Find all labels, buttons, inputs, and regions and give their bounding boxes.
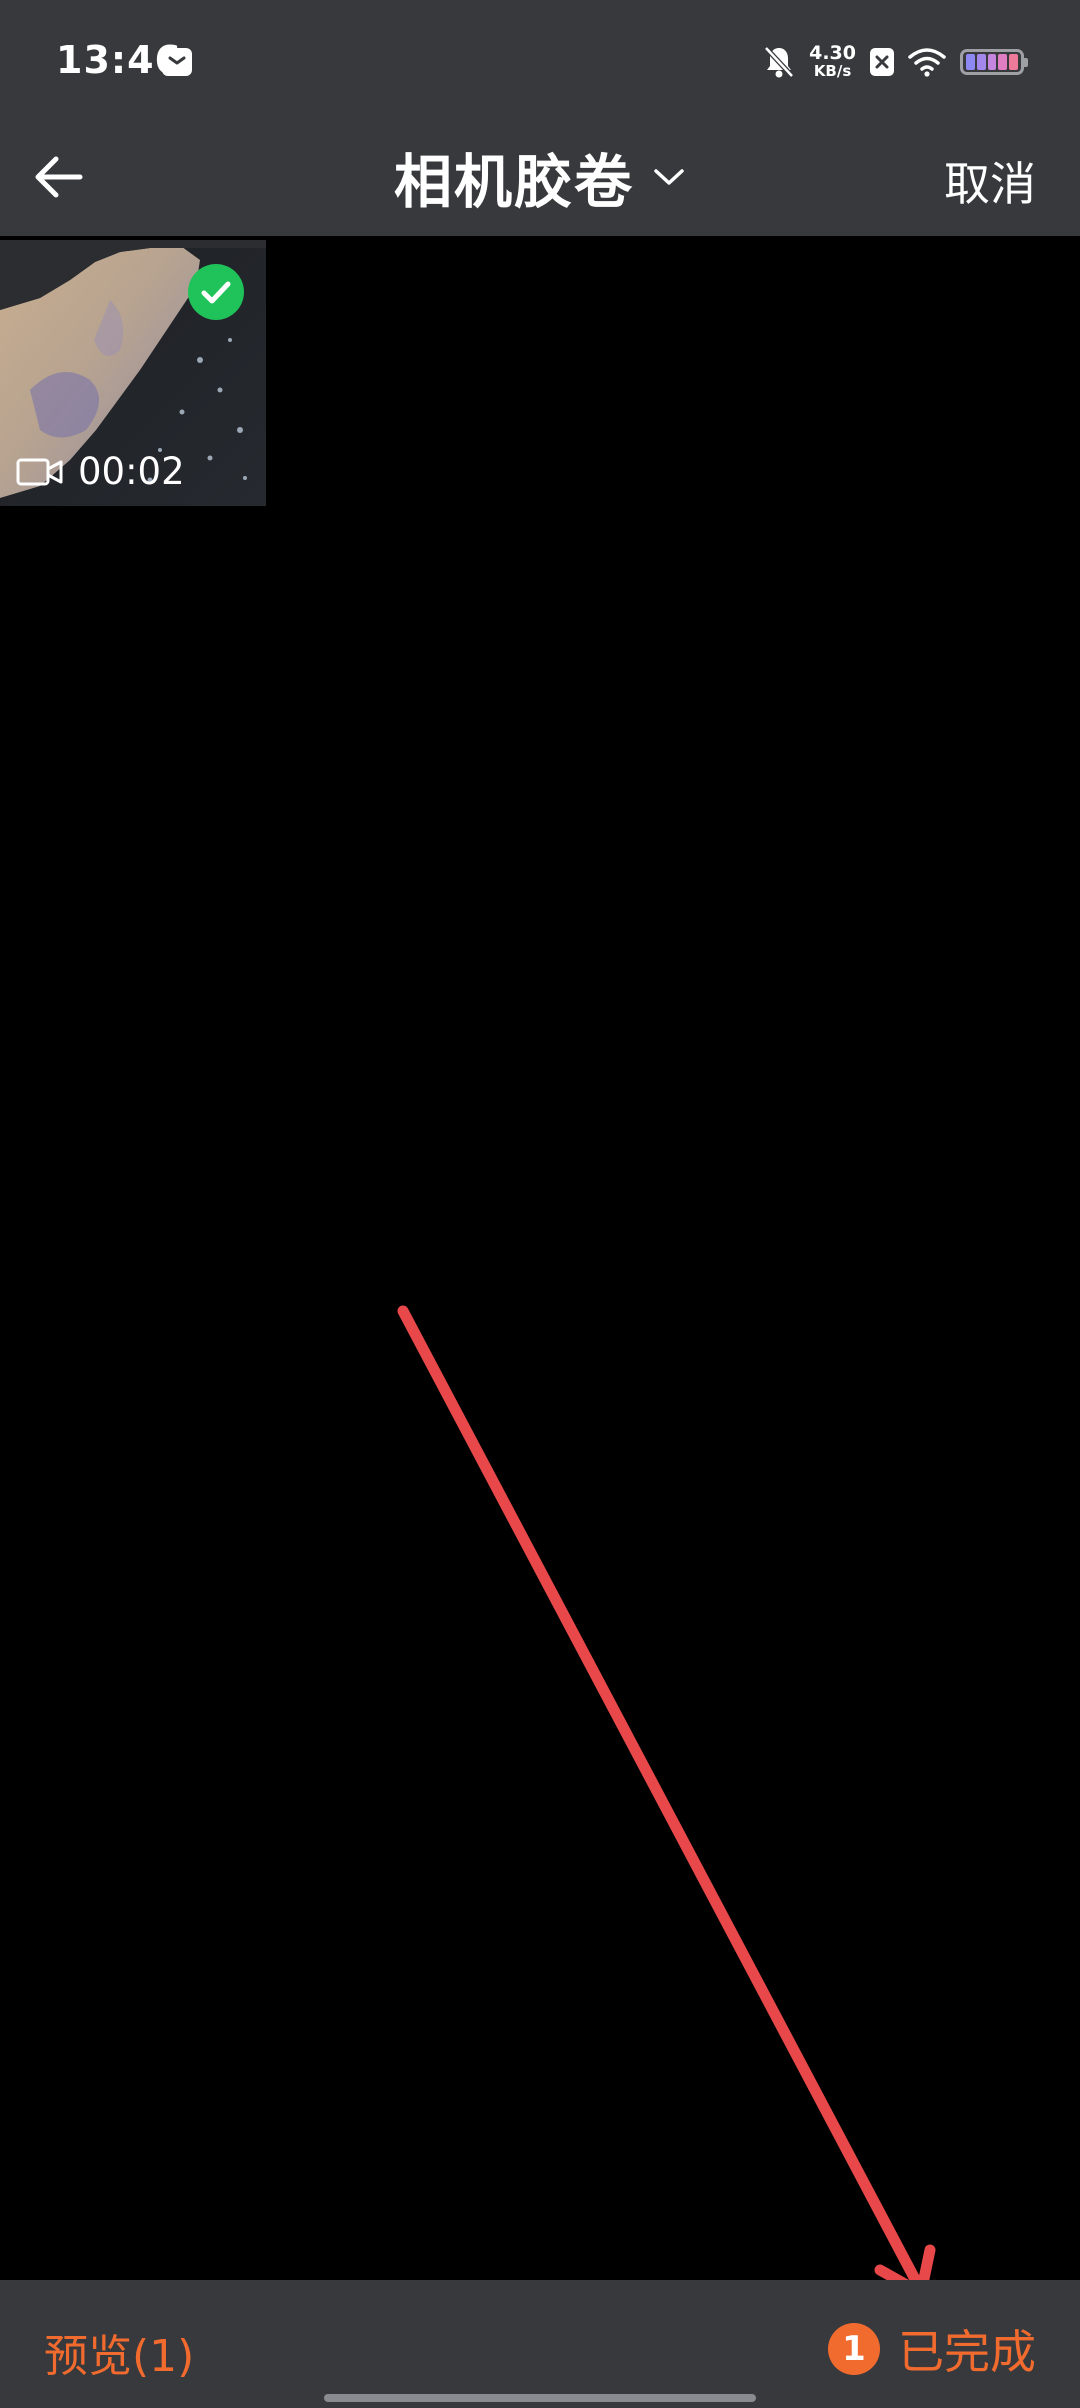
video-meta: 00:02: [16, 450, 185, 493]
nav-bar: 相机胶卷 取消: [0, 118, 1080, 236]
media-tile-video[interactable]: 00:02: [0, 240, 266, 506]
album-selector[interactable]: 相机胶卷: [0, 118, 1080, 236]
preview-button[interactable]: 预览(1): [44, 2320, 194, 2384]
status-icons: 4.30 KB/s: [763, 40, 1028, 84]
done-button[interactable]: 1 已完成: [828, 2316, 1036, 2382]
page-title: 相机胶卷: [393, 148, 634, 216]
bell-off-icon: [764, 46, 794, 78]
x-icon: [870, 48, 894, 76]
cancel-button[interactable]: 取消: [944, 148, 1036, 214]
video-camera-icon: [16, 458, 63, 485]
selected-count-badge: 1: [828, 2323, 880, 2375]
status-bar: 13:46 4.30 KB/s: [0, 0, 1080, 118]
message-icon: [162, 48, 192, 76]
chevron-down-icon: [654, 169, 684, 185]
wifi-icon: [908, 48, 946, 77]
network-speed: 4.30 KB/s: [809, 42, 856, 81]
selected-check-icon[interactable]: [188, 264, 244, 320]
bottom-bar: 预览(1) 1 已完成: [0, 2280, 1080, 2408]
network-speed-value: 4.30: [809, 42, 856, 64]
home-indicator[interactable]: [324, 2394, 756, 2402]
video-duration: 00:02: [78, 450, 185, 493]
battery-icon: [960, 49, 1028, 75]
network-speed-unit: KB/s: [813, 62, 852, 80]
done-label: 已完成: [898, 2325, 1036, 2379]
album-picker-screen: 13:46 4.30 KB/s 相机胶卷 取消 00:02 预览(1) 1 已完…: [0, 0, 1080, 2408]
